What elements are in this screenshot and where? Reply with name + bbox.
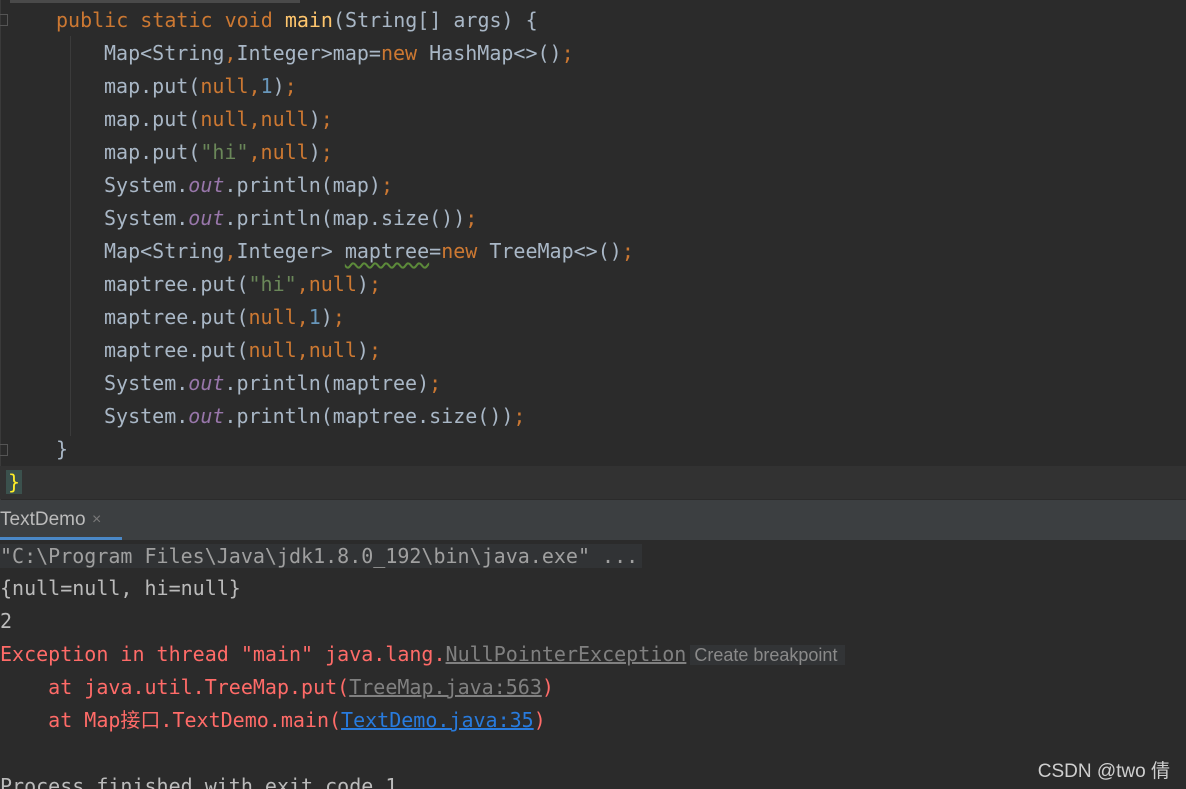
run-tab-label: TextDemo [0,509,86,530]
code-line-put-2[interactable]: map.put(null,null); [104,103,333,136]
console-exception-line: Exception in thread "main" java.lang.Nul… [0,638,846,671]
code-line-put-1[interactable]: map.put(null,1); [104,70,297,103]
console-output-size: 2 [0,609,13,633]
treemap-source-link[interactable]: TreeMap.java:563 [349,675,542,699]
exception-class-link[interactable]: NullPointerException [446,642,687,666]
console-stack-trace-1: at java.util.TreeMap.put(TreeMap.java:56… [0,675,554,699]
editor-gutter [0,0,1,500]
watermark: CSDN @two 倩 [1037,761,1170,782]
code-line-close-class[interactable]: } [0,466,1186,499]
code-line-print-maptree-size[interactable]: System.out.println(maptree.size()); [104,400,525,433]
console-command-line[interactable]: "C:\Program Files\Java\jdk1.8.0_192\bin\… [0,540,643,573]
ide-window: public static void main(String[] args) {… [0,0,1186,789]
code-line-print-map-size[interactable]: System.out.println(map.size()); [104,202,477,235]
matched-brace: } [6,470,23,494]
fold-icon[interactable] [0,14,8,26]
code-line-put-3[interactable]: map.put("hi",null); [104,136,333,169]
code-line-hashmap[interactable]: Map<String,Integer>map=new HashMap<>(); [104,37,574,70]
editor-top-border [10,0,300,3]
code-line-tput-1[interactable]: maptree.put("hi",null); [104,268,381,301]
textdemo-source-link[interactable]: TextDemo.java:35 [341,708,534,732]
code-line-print-map[interactable]: System.out.println(map); [104,169,393,202]
code-line-treemap[interactable]: Map<String,Integer> maptree=new TreeMap<… [104,235,634,268]
console-stack-trace-2: at Map接口.TextDemo.main(TextDemo.java:35) [0,708,546,732]
code-line-tput-2[interactable]: maptree.put(null,1); [104,301,345,334]
run-panel-header: TextDemo × [0,500,1186,540]
code-line-close-method[interactable]: } [56,433,68,466]
indent-guide [70,36,71,436]
code-line-main-signature[interactable]: public static void main(String[] args) { [56,4,538,37]
code-line-tput-3[interactable]: maptree.put(null,null); [104,334,381,367]
console-output-map: {null=null, hi=null} [0,576,241,600]
code-line-print-maptree[interactable]: System.out.println(maptree); [104,367,441,400]
console-exit-status: Process finished with exit code 1 [0,774,398,789]
run-tab-textdemo[interactable]: TextDemo × [0,500,122,540]
create-breakpoint-button[interactable]: Create breakpoint [690,645,846,665]
close-icon[interactable]: × [92,500,101,540]
fold-icon[interactable] [0,444,8,456]
run-console[interactable]: "C:\Program Files\Java\jdk1.8.0_192\bin\… [0,540,1186,789]
code-editor[interactable]: public static void main(String[] args) {… [0,0,1186,500]
